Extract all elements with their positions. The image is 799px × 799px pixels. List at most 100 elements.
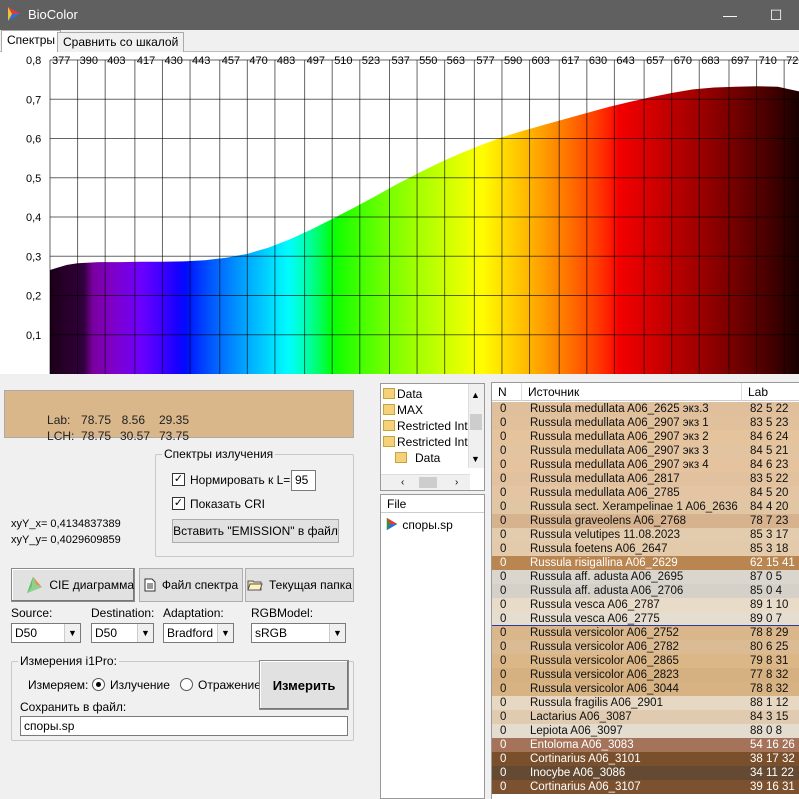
scroll-left-icon[interactable]: ‹	[401, 477, 404, 488]
table-row[interactable]: 0 Inocybe A06_3086 34 11 22	[492, 766, 799, 780]
results-table[interactable]: N Источник Lab 0 Russula medullata A06_26…	[491, 382, 799, 799]
source-value: D50	[15, 626, 38, 640]
insert-emission-button[interactable]: Вставить "EMISSION" в файл	[172, 519, 339, 543]
tree-item-label: Restricted Inter	[397, 435, 479, 449]
table-row[interactable]: 0 Entoloma A06_3083 54 16 26	[492, 738, 799, 752]
table-row[interactable]: 0 Lepiota A06_3097 88 0 8	[492, 724, 799, 738]
table-row[interactable]: 0 Russula vesca A06_2775 89 0 7	[492, 612, 799, 626]
cell-n: 0	[500, 641, 507, 653]
scroll-thumb[interactable]	[419, 477, 437, 488]
save-file-input[interactable]: споры.sp	[20, 716, 348, 736]
table-row[interactable]: 0 Russula graveolens A06_2768 78 7 23	[492, 514, 799, 528]
y-tick-label: 0,6	[26, 134, 41, 146]
spectrum-file-button[interactable]: Файл спектра	[139, 568, 243, 602]
file-item[interactable]: споры.sp	[385, 517, 453, 533]
cell-source: Cortinarius A06_3107	[530, 781, 641, 793]
table-row[interactable]: 0 Russula versicolor A06_3044 78 8 32	[492, 682, 799, 696]
cell-lab: 54 16 26	[750, 739, 795, 751]
table-row[interactable]: 0 Russula aff. adusta A06_2706 85 0 4	[492, 584, 799, 598]
scroll-down-icon[interactable]: ▼	[471, 454, 480, 464]
scroll-thumb[interactable]	[470, 414, 482, 430]
table-row[interactable]: 0 Russula versicolor A06_2782 80 6 25	[492, 640, 799, 654]
cell-lab: 80 6 25	[750, 641, 789, 653]
open-folder-icon	[247, 580, 263, 591]
table-row[interactable]: 0 Cortinarius A06_3107 39 16 31	[492, 780, 799, 794]
cell-lab: 84 6 23	[750, 459, 789, 471]
show-cri-checkbox[interactable]: ✓	[172, 497, 185, 510]
column-header-lab[interactable]: Lab	[742, 383, 799, 401]
current-folder-label: Текущая папка	[269, 578, 352, 592]
cell-source: Russula versicolor A06_2865	[530, 655, 679, 667]
cell-lab: 62 15 41	[750, 557, 795, 569]
cell-n: 0	[500, 445, 507, 457]
destination-select[interactable]: D50 ▼	[91, 623, 154, 643]
table-row[interactable]: 0 Russula vesca A06_2787 89 1 10	[492, 598, 799, 612]
column-header-n[interactable]: N	[492, 383, 522, 401]
spectrum-file-label: Файл спектра	[161, 578, 239, 592]
emission-radio-label: Излучение	[110, 678, 170, 692]
destination-value: D50	[95, 626, 118, 640]
x-tick-label: 443	[192, 55, 210, 67]
file-item-label: споры.sp	[402, 518, 453, 532]
folder-icon	[383, 436, 395, 447]
folder-icon	[383, 404, 395, 415]
normalize-checkbox[interactable]: ✓	[172, 473, 185, 486]
table-row[interactable]: 0 Russula medullata A06_2817 83 5 22	[492, 472, 799, 486]
tree-horizontal-scrollbar[interactable]: ‹ ›	[381, 474, 470, 490]
tab-spectra[interactable]: Спектры	[1, 30, 62, 52]
table-header: N Источник Lab	[492, 383, 799, 401]
adaptation-select[interactable]: Bradford ▼	[163, 623, 234, 643]
file-list-header[interactable]: File	[381, 495, 484, 513]
scroll-right-icon[interactable]: ›	[455, 477, 458, 488]
current-folder-button[interactable]: Текущая папка	[245, 568, 354, 602]
table-row[interactable]: 0 Cortinarius A06_3101 38 17 32	[492, 752, 799, 766]
table-row[interactable]: 0 Russula aff. adusta A06_2695 87 0 5	[492, 570, 799, 584]
title-bar: BioColor — ☐	[0, 0, 799, 30]
table-row[interactable]: 0 Lactarius A06_3087 84 3 15	[492, 710, 799, 724]
folder-tree[interactable]: Data MAX Restricted Inter Restricted Int…	[380, 383, 485, 491]
y-tick-label: 0,1	[26, 330, 41, 342]
table-row[interactable]: 0 Russula velutipes 11.08.2023 85 3 17	[492, 528, 799, 542]
cell-source: Russula velutipes 11.08.2023	[530, 529, 681, 541]
cell-source: Russula medullata A06_2907 экз 2	[530, 431, 709, 443]
table-row[interactable]: 0 Russula medullata A06_2907 экз 4 84 6 23	[492, 458, 799, 472]
cell-lab: 34 11 22	[750, 767, 794, 779]
rgbmodel-select[interactable]: sRGB ▼	[251, 623, 346, 643]
source-select[interactable]: D50 ▼	[11, 623, 81, 643]
table-row[interactable]: 0 Russula versicolor A06_2823 77 8 32	[492, 668, 799, 682]
cell-lab: 78 8 29	[750, 627, 789, 639]
table-row[interactable]: 0 Russula sect. Xerampelinae 1 A06_2636 84…	[492, 500, 799, 514]
table-row[interactable]: 0 Russula foetens A06_2647 85 3 18	[492, 542, 799, 556]
table-row[interactable]: 0 Russula versicolor A06_2752 78 8 29	[492, 625, 799, 641]
tree-vertical-scrollbar[interactable]: ▲ ▼	[468, 384, 484, 468]
x-tick-label: 483	[277, 55, 295, 67]
table-row[interactable]: 0 Russula versicolor A06_2865 79 8 31	[492, 654, 799, 668]
measure-button[interactable]: Измерить	[259, 660, 349, 710]
cell-lab: 88 0 8	[750, 725, 782, 737]
table-row[interactable]: 0 Russula medullata A06_2785 84 5 20	[492, 486, 799, 500]
cell-n: 0	[500, 739, 507, 751]
x-tick-label: 497	[307, 55, 325, 67]
table-row[interactable]: 0 Russula medullata A06_2907 экз 2 84 6 24	[492, 430, 799, 444]
normalize-l-input[interactable]: 95	[291, 470, 316, 491]
maximize-button[interactable]: ☐	[753, 0, 799, 30]
table-row[interactable]: 0 Russula risigallina A06_2629 62 15 41	[492, 556, 799, 570]
table-row[interactable]: 0 Russula fragilis A06_2901 88 1 12	[492, 696, 799, 710]
emission-radio[interactable]	[92, 678, 105, 691]
cell-lab: 85 3 17	[750, 529, 789, 541]
reflection-radio[interactable]	[180, 678, 193, 691]
scroll-up-icon[interactable]: ▲	[471, 390, 480, 400]
table-row[interactable]: 0 Russula medullata A06_2625 экз.3 82 5 22	[492, 402, 799, 416]
cell-n: 0	[500, 725, 507, 737]
normalize-label: Нормировать к L=	[190, 473, 291, 487]
chevron-down-icon: ▼	[137, 624, 153, 642]
cie-diagram-button[interactable]: CIE диаграмма	[11, 568, 135, 602]
table-row[interactable]: 0 Russula medullata A06_2907 экз 1 83 5 23	[492, 416, 799, 430]
cell-source: Russula vesca A06_2775	[530, 613, 660, 625]
tab-compare-scale[interactable]: Сравнить со шкалой	[57, 32, 185, 52]
column-header-source[interactable]: Источник	[522, 383, 742, 401]
file-list[interactable]: File споры.sp	[380, 494, 485, 799]
cell-n: 0	[500, 515, 507, 527]
table-row[interactable]: 0 Russula medullata A06_2907 экз 3 84 5 21	[492, 444, 799, 458]
minimize-button[interactable]: —	[707, 0, 753, 30]
